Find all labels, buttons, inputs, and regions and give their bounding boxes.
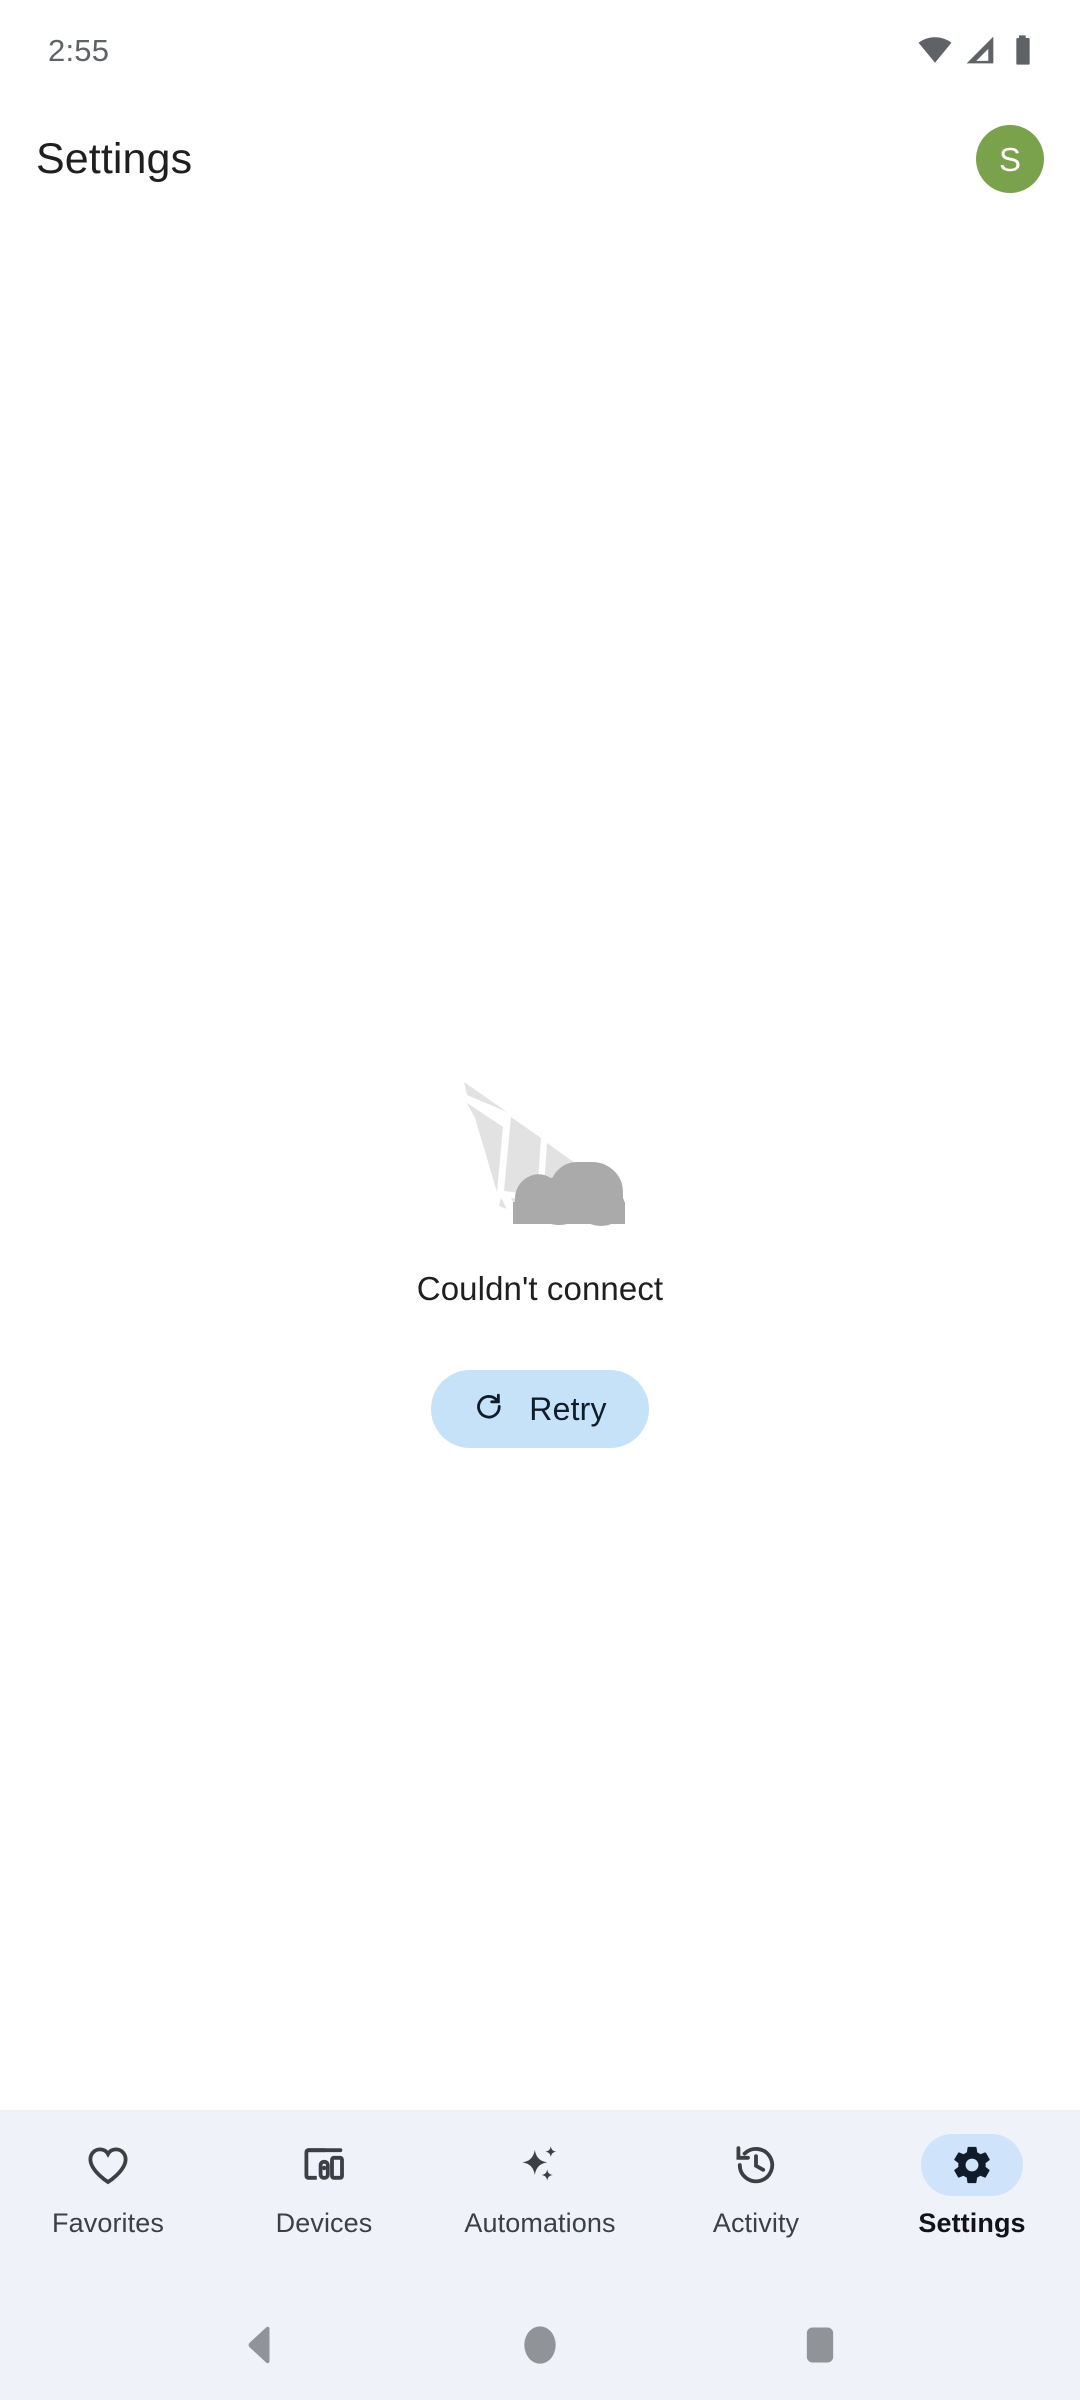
circle-home-icon — [520, 2325, 560, 2365]
tab-label-favorites: Favorites — [52, 2208, 164, 2238]
main-content: Couldn't connect Retry — [0, 218, 1080, 2110]
tab-label-settings: Settings — [918, 2208, 1026, 2238]
tab-automations[interactable]: Automations — [442, 2134, 638, 2237]
triangle-back-icon — [243, 2326, 277, 2364]
status-bar-clock: 2:55 — [48, 32, 110, 68]
status-bar-icons — [918, 33, 1038, 67]
square-recents-icon — [805, 2326, 835, 2364]
page-title: Settings — [36, 134, 193, 183]
status-bar: 2:55 — [0, 0, 1080, 100]
recents-button[interactable] — [760, 2290, 880, 2400]
app-screen: 2:55 Settings S Couldn't connect Retry F… — [0, 0, 1080, 2400]
tab-settings[interactable]: Settings — [874, 2134, 1070, 2237]
tab-label-automations: Automations — [464, 2208, 616, 2238]
refresh-icon — [473, 1392, 507, 1426]
history-icon — [705, 2134, 807, 2196]
gear-icon — [921, 2134, 1023, 2196]
tab-devices[interactable]: Devices — [226, 2134, 422, 2237]
cellular-signal-icon — [964, 34, 996, 66]
offline-cloud-illustration — [455, 1070, 625, 1230]
sparkles-icon — [489, 2134, 591, 2196]
tab-favorites[interactable]: Favorites — [10, 2134, 206, 2237]
home-button[interactable] — [480, 2290, 600, 2400]
retry-button[interactable]: Retry — [431, 1370, 649, 1448]
back-button[interactable] — [200, 2290, 320, 2400]
tab-label-activity: Activity — [712, 2208, 800, 2238]
tab-activity[interactable]: Activity — [658, 2134, 854, 2237]
wifi-icon — [918, 33, 952, 67]
tab-label-devices: Devices — [275, 2208, 373, 2238]
error-message: Couldn't connect — [416, 1270, 664, 1307]
error-state: Couldn't connect Retry — [0, 1070, 1080, 1448]
app-header: Settings S — [0, 100, 1080, 218]
heart-icon — [57, 2134, 159, 2196]
bottom-tab-bar: Favorites Devices Automations Activity S… — [0, 2110, 1080, 2290]
devices-icon — [273, 2134, 375, 2196]
retry-button-label: Retry — [529, 1391, 607, 1427]
avatar[interactable]: S — [976, 125, 1044, 193]
system-navigation-bar — [0, 2290, 1080, 2400]
battery-icon — [1008, 34, 1038, 66]
